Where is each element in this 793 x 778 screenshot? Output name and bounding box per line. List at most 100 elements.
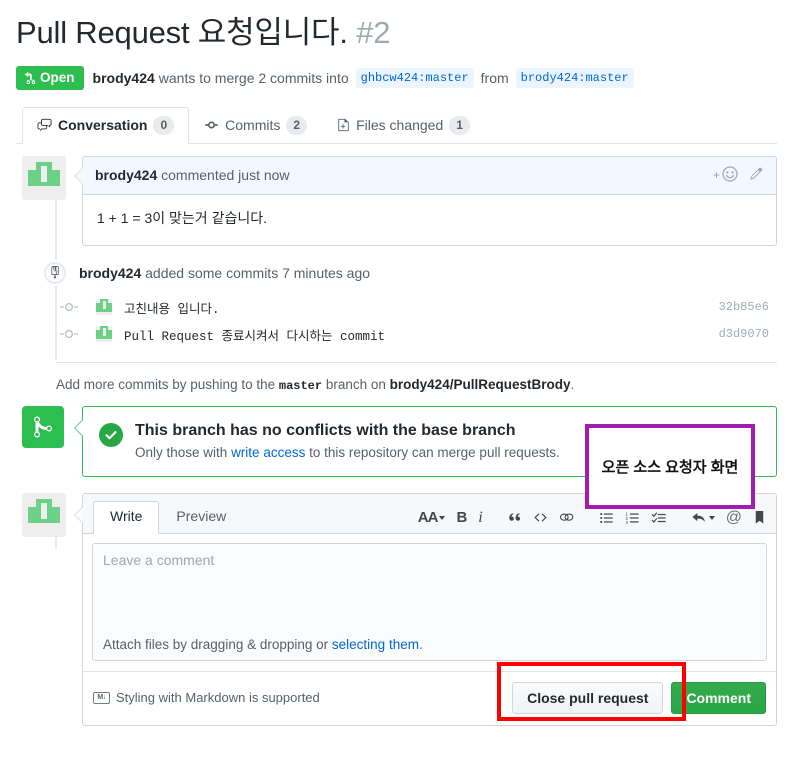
git-merge-icon: [22, 405, 64, 448]
comment-discussion-icon: [37, 118, 52, 132]
insert-group: [507, 510, 575, 525]
commits-event-author[interactable]: brody424: [79, 265, 141, 281]
pr-title-text: Pull Request 요청입니다.: [16, 15, 348, 50]
commits-event: brody424 added some commits 7 minutes ag…: [22, 259, 777, 286]
comment-header: brody424 commented just now +: [83, 156, 776, 195]
merge-status-title: This branch has no conflicts with the ba…: [135, 421, 516, 439]
avatar[interactable]: [22, 155, 66, 200]
close-pull-request-button[interactable]: Close pull request: [512, 681, 664, 715]
tab-preview[interactable]: Preview: [159, 501, 243, 533]
check-icon: [99, 422, 123, 447]
commit-avatar: [96, 299, 112, 316]
pr-author[interactable]: brody424: [93, 70, 155, 86]
tab-write[interactable]: Write: [93, 501, 160, 534]
ordered-list-icon[interactable]: 123: [625, 511, 640, 525]
page-title: Pull Request 요청입니다. #2: [16, 14, 777, 53]
add-commits-suffix: .: [570, 376, 575, 392]
markdown-note-label: Styling with Markdown is supported: [116, 690, 320, 706]
tab-conversation-label: Conversation: [58, 116, 148, 133]
comment-author[interactable]: brody424: [95, 167, 157, 183]
tab-files-changed-label: Files changed: [356, 116, 444, 133]
pr-meta: Open brody424 wants to merge 2 commits i…: [16, 65, 777, 90]
comment-form-footer: M↓ Styling with Markdown is supported Cl…: [83, 661, 776, 726]
chevron-down-icon: [439, 515, 446, 520]
commit-node-icon: [56, 329, 82, 339]
merge-status-text: This branch has no conflicts with the ba…: [135, 421, 560, 460]
git-pull-request-icon: [24, 71, 36, 85]
annotation-note-text: 오픈 소스 요청자 화면: [601, 459, 739, 476]
add-commits-hint: Add more commits by pushing to the maste…: [56, 377, 777, 393]
attach-files-bar: Attach files by dragging & dropping or s…: [92, 629, 767, 661]
tab-conversation[interactable]: Conversation 0: [22, 106, 190, 144]
commit-row[interactable]: Pull Request 종료시켜서 다시하는 commit d3d9070: [56, 321, 777, 348]
heading-icon[interactable]: AA: [418, 509, 446, 526]
pr-number: #2: [356, 15, 391, 50]
tab-files-changed-count: 1: [449, 115, 470, 135]
pencil-icon[interactable]: [749, 166, 764, 184]
smiley-icon: [722, 166, 738, 185]
selecting-them-link[interactable]: selecting them: [332, 637, 419, 652]
annotation-note: 오픈 소스 요청자 화면: [585, 424, 755, 509]
add-commits-middle: branch on: [325, 376, 386, 392]
write-preview-tabs: Write Preview: [93, 500, 243, 534]
merge-status-subtitle: Only those with write access to this rep…: [135, 445, 560, 460]
chevron-down-icon: [708, 515, 715, 520]
commit-row[interactable]: 고친내용 입니다. 32b85e6: [56, 294, 777, 321]
bold-icon[interactable]: B: [456, 509, 467, 526]
markdown-icon: M↓: [93, 691, 110, 704]
form-action-buttons: Close pull request Comment: [497, 661, 766, 721]
comment-button[interactable]: Comment: [671, 681, 766, 715]
pr-action-text: wants to merge 2 commits into: [158, 69, 349, 86]
add-commits-prefix: Add more commits by pushing to the: [56, 376, 276, 392]
status-badge-label: Open: [40, 70, 75, 85]
identicon-icon: [28, 161, 60, 194]
add-commits-repo: brody424/PullRequestBrody: [389, 376, 571, 392]
commit-avatar: [96, 326, 112, 343]
task-list-icon[interactable]: [651, 511, 667, 525]
saved-replies-icon[interactable]: [753, 510, 766, 525]
mention-icon[interactable]: @: [726, 509, 742, 527]
tab-conversation-count: 0: [153, 115, 175, 135]
comment-byline: brody424 commented just now: [95, 167, 290, 183]
identicon-icon: [28, 498, 60, 531]
tab-files-changed[interactable]: Files changed 1: [322, 107, 485, 144]
comment-form-box: Write Preview AA B i 1 2 3 @ Leave a com…: [74, 492, 777, 727]
status-badge: Open: [16, 65, 84, 90]
reply-icon[interactable]: [691, 510, 715, 525]
pull-request-page: Pull Request 요청입니다. #2 Open brody424 wan…: [0, 14, 793, 727]
base-branch-chip[interactable]: ghbcw424:master: [355, 67, 474, 88]
tab-navigation: Conversation 0 Commits 2 Files changed 1: [16, 106, 777, 144]
add-commits-branch: master: [278, 378, 323, 393]
quote-icon[interactable]: [507, 510, 522, 525]
avatar[interactable]: [22, 492, 66, 537]
tab-commits-label: Commits: [225, 116, 281, 133]
unordered-list-icon[interactable]: [599, 511, 614, 525]
reply-mention-group: @: [691, 509, 766, 527]
italic-icon[interactable]: i: [478, 509, 482, 527]
merge-subtitle-before: Only those with: [135, 444, 228, 460]
tab-commits[interactable]: Commits 2: [189, 107, 322, 144]
markdown-toolbar: AA B i 1 2 3 @: [394, 509, 766, 533]
new-comment-form: Write Preview AA B i 1 2 3 @ Leave a com…: [22, 492, 777, 727]
commit-sha[interactable]: 32b85e6: [719, 300, 777, 314]
link-icon[interactable]: [559, 510, 575, 525]
code-icon[interactable]: [533, 510, 548, 525]
comment-body: 1 + 1 = 3이 맞는거 같습니다.: [97, 209, 267, 226]
write-access-link[interactable]: write access: [231, 445, 305, 460]
markdown-support-note: M↓ Styling with Markdown is supported: [93, 690, 320, 705]
text-style-group: AA B i: [418, 509, 483, 527]
add-reaction-button[interactable]: +: [713, 166, 738, 185]
comment-block: brody424 commented just now + 1 + 1 = 3이…: [22, 155, 777, 246]
tab-commits-count: 2: [286, 115, 308, 135]
commit-message[interactable]: 고친내용 입니다.: [124, 298, 719, 317]
commit-message[interactable]: Pull Request 종료시켜서 다시하는 commit: [124, 325, 719, 344]
merge-subtitle-after: to this repository can merge pull reques…: [309, 444, 560, 460]
repo-push-icon: [42, 259, 68, 286]
commit-sha[interactable]: d3d9070: [719, 327, 777, 341]
list-group: 123: [599, 511, 667, 525]
comment-form-body: [83, 533, 776, 635]
head-branch-chip[interactable]: brody424:master: [515, 67, 634, 88]
file-diff-icon: [337, 118, 350, 132]
comment-input[interactable]: [92, 542, 767, 635]
from-label: from: [480, 69, 509, 86]
